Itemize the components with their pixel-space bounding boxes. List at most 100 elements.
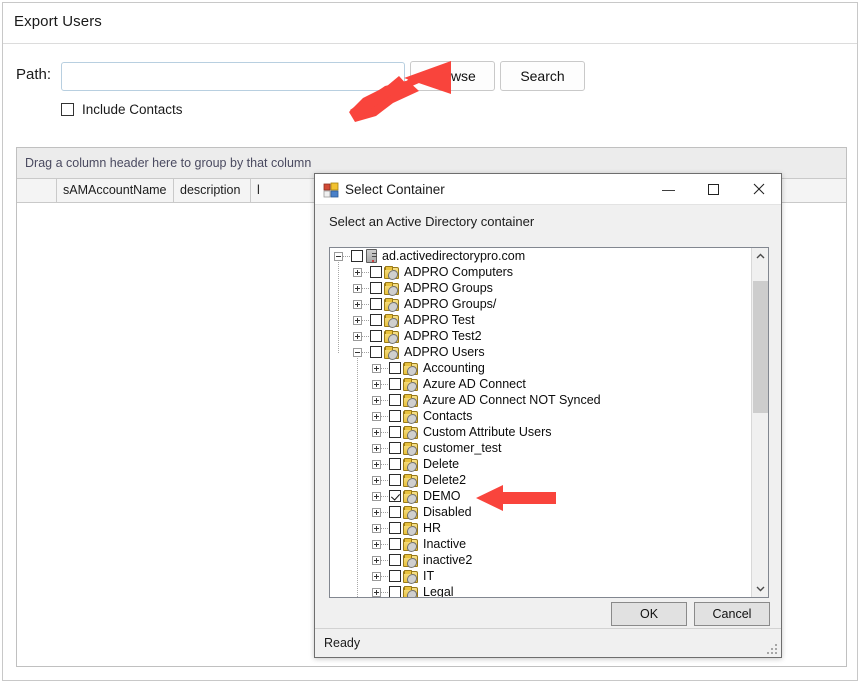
tree-connector-line [381, 495, 388, 497]
tree-node-label: Custom Attribute Users [423, 425, 552, 439]
container-tree[interactable]: ad.activedirectorypro.com ADPRO Computers… [330, 248, 751, 597]
ok-button[interactable]: OK [611, 602, 687, 626]
scrollbar-thumb[interactable] [753, 280, 768, 414]
tree-node-label: IT [423, 569, 435, 583]
expand-icon[interactable] [372, 427, 381, 437]
tree-connector-line [381, 543, 388, 545]
expand-icon[interactable] [372, 475, 381, 485]
tree-node-checkbox[interactable] [389, 586, 401, 597]
minimize-icon[interactable]: — [646, 174, 691, 204]
grid-column-header-description[interactable]: description [174, 179, 251, 202]
expand-icon[interactable] [353, 315, 362, 325]
tree-node[interactable]: Legal [330, 584, 751, 597]
tree-node-checkbox[interactable] [389, 442, 401, 454]
expand-icon[interactable] [372, 395, 381, 405]
path-label: Path: [16, 66, 52, 83]
tree-node-checkbox[interactable] [370, 346, 382, 358]
tree-node-checkbox[interactable] [389, 490, 401, 502]
maximize-icon[interactable] [691, 174, 736, 204]
expand-icon[interactable] [372, 555, 381, 565]
tree-node-label: Azure AD Connect NOT Synced [423, 393, 601, 407]
tree-connector-line [381, 431, 388, 433]
tree-node[interactable]: Azure AD Connect [330, 376, 751, 392]
expand-icon[interactable] [372, 587, 381, 597]
expand-icon[interactable] [372, 459, 381, 469]
tree-vertical-scrollbar[interactable] [751, 248, 768, 597]
window-app-icon [323, 182, 339, 198]
tree-node[interactable]: ad.activedirectorypro.com [330, 248, 751, 264]
include-contacts-checkbox[interactable] [61, 102, 74, 116]
expand-icon[interactable] [372, 539, 381, 549]
tree-node[interactable]: HR [330, 520, 751, 536]
tree-node-label: Delete [423, 457, 460, 471]
expand-icon[interactable] [353, 283, 362, 293]
tree-connector-line [381, 399, 388, 401]
cancel-button[interactable]: Cancel [694, 602, 770, 626]
expand-icon[interactable] [372, 411, 381, 421]
tree-node[interactable]: Azure AD Connect NOT Synced [330, 392, 751, 408]
tree-node-checkbox[interactable] [389, 378, 401, 390]
tree-node-checkbox[interactable] [389, 410, 401, 422]
tree-node-checkbox[interactable] [389, 458, 401, 470]
scroll-up-icon[interactable] [752, 248, 768, 265]
grid-column-header-samaccountname[interactable]: sAMAccountName [57, 179, 174, 202]
tree-node[interactable]: Custom Attribute Users [330, 424, 751, 440]
tree-node[interactable]: Delete [330, 456, 751, 472]
expand-icon[interactable] [372, 571, 381, 581]
collapse-icon[interactable] [353, 347, 362, 357]
tree-node-label: DEMO [423, 489, 461, 503]
tree-node[interactable]: ADPRO Test2 [330, 328, 751, 344]
expand-icon[interactable] [353, 331, 362, 341]
close-icon[interactable] [736, 174, 781, 204]
tree-node[interactable]: customer_test [330, 440, 751, 456]
tree-node[interactable]: ADPRO Groups [330, 280, 751, 296]
grid-column-header-select[interactable] [17, 179, 57, 202]
tree-node-checkbox[interactable] [389, 570, 401, 582]
tree-node-checkbox[interactable] [389, 522, 401, 534]
dialog-titlebar[interactable]: Select Container — [315, 174, 781, 205]
tree-node[interactable]: Inactive [330, 536, 751, 552]
tree-node[interactable]: Accounting [330, 360, 751, 376]
collapse-icon[interactable] [334, 251, 343, 261]
tree-node[interactable]: ADPRO Groups/ [330, 296, 751, 312]
ou-folder-icon [384, 329, 399, 343]
tree-node-checkbox[interactable] [389, 538, 401, 550]
expand-icon[interactable] [372, 443, 381, 453]
expand-icon[interactable] [372, 379, 381, 389]
scroll-down-icon[interactable] [752, 580, 768, 597]
tree-node-checkbox[interactable] [389, 554, 401, 566]
tree-node-checkbox[interactable] [389, 506, 401, 518]
tree-node[interactable]: Contacts [330, 408, 751, 424]
arrow-pointing-to-browse-button [349, 61, 451, 122]
tree-node-checkbox[interactable] [389, 474, 401, 486]
tree-node-checkbox[interactable] [389, 394, 401, 406]
tree-connector-line [381, 527, 388, 529]
tree-connector-line [362, 335, 369, 337]
tree-node[interactable]: ADPRO Computers [330, 264, 751, 280]
tree-node-checkbox[interactable] [389, 426, 401, 438]
tree-node[interactable]: ADPRO Users [330, 344, 751, 360]
tree-node-checkbox[interactable] [389, 362, 401, 374]
tree-node-checkbox[interactable] [370, 282, 382, 294]
tree-node-checkbox[interactable] [370, 314, 382, 326]
close-glyph [753, 183, 764, 195]
expand-icon[interactable] [372, 507, 381, 517]
tree-node[interactable]: IT [330, 568, 751, 584]
resize-grip[interactable] [765, 642, 777, 654]
expand-icon[interactable] [372, 523, 381, 533]
tree-node-checkbox[interactable] [351, 250, 363, 262]
ou-folder-icon [384, 297, 399, 311]
expand-icon[interactable] [372, 363, 381, 373]
page-title: Export Users [14, 13, 102, 30]
tree-node[interactable]: inactive2 [330, 552, 751, 568]
expand-icon[interactable] [353, 299, 362, 309]
tree-node[interactable]: ADPRO Test [330, 312, 751, 328]
tree-connector-line [343, 255, 350, 257]
tree-node-checkbox[interactable] [370, 330, 382, 342]
include-contacts-checkbox-row[interactable]: Include Contacts [61, 100, 183, 118]
expand-icon[interactable] [353, 267, 362, 277]
tree-node-checkbox[interactable] [370, 298, 382, 310]
expand-icon[interactable] [372, 491, 381, 501]
tree-node-checkbox[interactable] [370, 266, 382, 278]
search-button[interactable]: Search [500, 61, 585, 91]
